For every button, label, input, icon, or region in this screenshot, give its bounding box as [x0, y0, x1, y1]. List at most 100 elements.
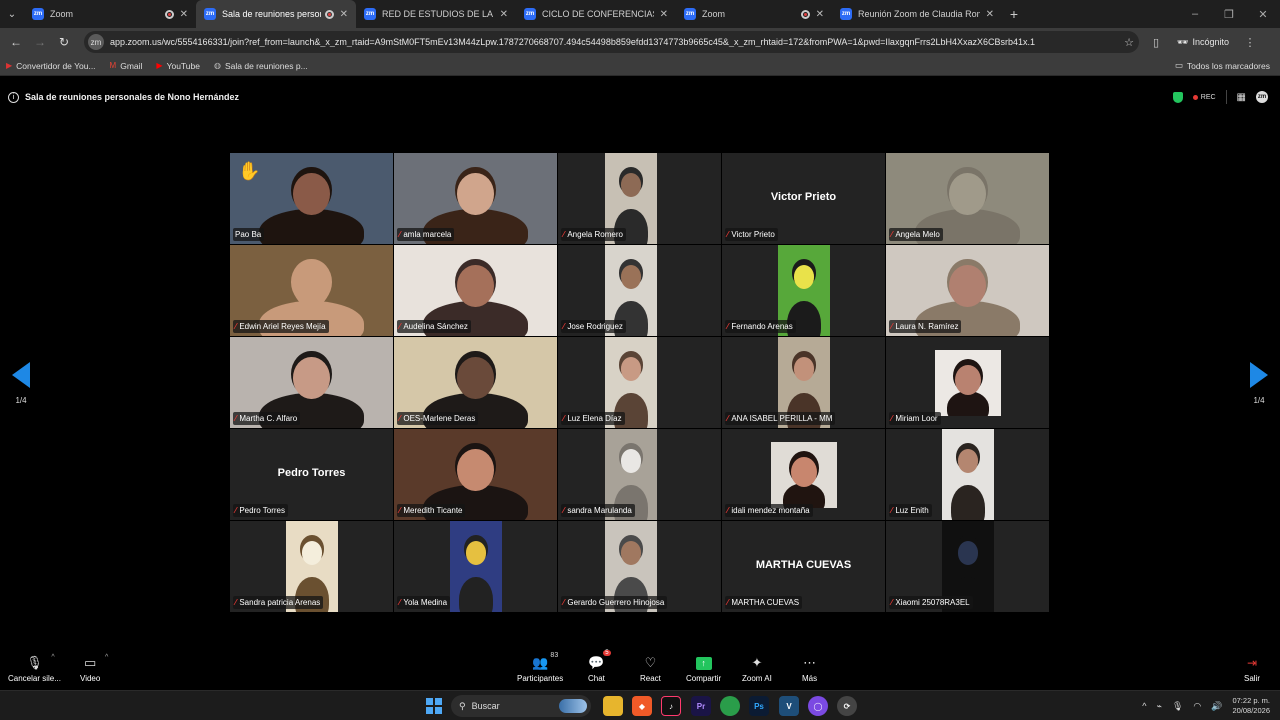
participant-tile[interactable]: MARTHA CUEVAS ⁄ MARTHA CUEVAS — [722, 521, 885, 612]
browser-tab[interactable]: zm Zoom ✕ — [24, 0, 196, 28]
network-icon[interactable]: ⌁ — [1157, 701, 1162, 712]
participant-tile[interactable]: ⁄ Miriam Loor — [886, 337, 1049, 428]
participant-tile[interactable]: ⁄ Angela Romero — [558, 153, 721, 244]
tab-search-icon[interactable]: ⌄ — [0, 0, 24, 28]
participant-tile[interactable]: ⁄ Luz Elena Díaz — [558, 337, 721, 428]
volume-icon[interactable]: 🔊 — [1211, 701, 1222, 712]
meeting-info-icon[interactable]: i — [8, 91, 19, 103]
minimize-icon[interactable]: – — [1178, 0, 1212, 28]
photoshop-icon[interactable]: Ps — [749, 696, 769, 716]
video-options-caret[interactable]: ^ — [105, 654, 108, 661]
url-text[interactable]: app.zoom.us/wc/5554166331/join?ref_from=… — [110, 37, 1119, 47]
zoom-ai-button[interactable]: ✦ Zoom AI — [742, 654, 772, 683]
participant-tile[interactable]: ⁄ Fernando Arenas — [722, 245, 885, 336]
visio-icon[interactable]: V — [779, 696, 799, 716]
bookmark-item[interactable]: ▶ YouTube — [156, 61, 200, 71]
reload-icon[interactable]: ↻ — [52, 28, 76, 56]
previous-page-button[interactable]: 1/4 — [12, 362, 30, 405]
file-explorer-icon[interactable] — [603, 696, 623, 716]
windows-start-icon[interactable] — [426, 698, 442, 714]
tray-overflow-icon[interactable]: ^ — [1142, 701, 1146, 711]
gallery-view-icon[interactable]: ▦ — [1237, 92, 1246, 103]
sidebar-icon[interactable]: ▯ — [1147, 36, 1165, 49]
restore-icon[interactable]: ❐ — [1212, 0, 1246, 28]
tab-close-icon[interactable]: ✕ — [180, 9, 188, 20]
zoom-favicon-icon: zm — [840, 8, 852, 20]
tab-close-icon[interactable]: ✕ — [500, 9, 508, 20]
tiktok-icon[interactable]: ♪ — [661, 696, 681, 716]
participant-tile[interactable]: ⁄ Yola Medina — [394, 521, 557, 612]
tab-close-icon[interactable]: ✕ — [340, 9, 348, 20]
participant-tile[interactable]: ⁄ Audelina Sánchez — [394, 245, 557, 336]
participant-tile[interactable]: ⁄ Laura N. Ramírez — [886, 245, 1049, 336]
leave-button[interactable]: ⇥ Salir — [1244, 654, 1260, 683]
zoom-logo-icon[interactable]: zm — [1256, 91, 1268, 103]
person-head — [620, 541, 642, 565]
person-head — [457, 357, 494, 399]
screen-recorder-icon[interactable]: ⟳ — [837, 696, 857, 716]
bookmark-item[interactable]: ▶ Convertidor de You... — [6, 61, 96, 71]
participant-tile[interactable]: ⁄ idali mendez montaña — [722, 429, 885, 520]
address-bar[interactable]: zm app.zoom.us/wc/5554166331/join?ref_fr… — [84, 31, 1139, 53]
participant-tile[interactable]: ✋ Pao Ba — [230, 153, 393, 244]
browser-menu-icon[interactable]: ⋮ — [1241, 36, 1259, 49]
participant-tile[interactable]: ⁄ Sandra patricia Arenas — [230, 521, 393, 612]
incognito-indicator[interactable]: 🕶 Incógnito — [1171, 37, 1235, 48]
participant-tile[interactable]: ⁄ Jose Rodriguez — [558, 245, 721, 336]
chat-button[interactable]: 💬 5 Chat — [588, 650, 611, 683]
participant-tile[interactable]: ⁄ Meredith Ticante — [394, 429, 557, 520]
site-info-icon[interactable]: zm — [88, 34, 104, 50]
participant-tile[interactable]: ⁄ Xiaomi 25078RA3EL — [886, 521, 1049, 612]
browser-tab[interactable]: zm RED DE ESTUDIOS DE LA VIOL ✕ — [356, 0, 516, 28]
browser-tab[interactable]: zm Sala de reuniones personal ✕ — [196, 0, 356, 28]
browser-tab[interactable]: zm Reunión Zoom de Claudia Rom ✕ — [832, 0, 1002, 28]
participant-tile[interactable]: ⁄ Luz Enith — [886, 429, 1049, 520]
audio-options-caret[interactable]: ^ — [51, 654, 54, 661]
brave-browser-icon[interactable]: ◆ — [632, 696, 652, 716]
browser-tab[interactable]: zm Zoom ✕ — [676, 0, 832, 28]
recording-indicator[interactable]: REC — [1192, 94, 1216, 101]
participants-button[interactable]: 👥 83 Participantes — [517, 652, 563, 683]
participant-tile[interactable]: ⁄ ANA ISABEL PERILLA - MM — [722, 337, 885, 428]
mic-icon[interactable]: 🎙 — [1172, 701, 1183, 712]
wifi-icon[interactable]: ◠ — [1193, 701, 1201, 712]
app-circle-icon[interactable]: ◯ — [808, 696, 828, 716]
video-button[interactable]: ▭ ^ Video — [80, 654, 108, 683]
participant-tile[interactable]: ⁄ sandra Marulanda — [558, 429, 721, 520]
new-tab-button[interactable]: + — [1002, 0, 1026, 28]
all-bookmarks-button[interactable]: ▭ Todos los marcadores — [1175, 60, 1270, 71]
mute-label: Cancelar sile... — [8, 674, 61, 683]
page-indicator-right: 1/4 — [1253, 396, 1265, 405]
participant-tile[interactable]: Pedro Torres ⁄ Pedro Torres — [230, 429, 393, 520]
clock[interactable]: 07:22 p. m. 20/08/2026 — [1232, 696, 1270, 716]
next-page-button[interactable]: 1/4 — [1250, 362, 1268, 405]
tab-close-icon[interactable]: ✕ — [816, 9, 824, 20]
tab-close-icon[interactable]: ✕ — [660, 9, 668, 20]
participant-tile[interactable]: ⁄ amla marcela — [394, 153, 557, 244]
taskbar-search[interactable]: ⚲ Buscar — [451, 695, 591, 717]
encryption-shield-icon[interactable] — [1172, 91, 1183, 103]
chrome-icon[interactable] — [720, 696, 740, 716]
unmute-button[interactable]: 🎙 ^ Cancelar sile... — [8, 654, 61, 683]
participant-name-label: ⁄ Meredith Ticante — [397, 504, 466, 517]
back-icon[interactable]: ← — [4, 28, 28, 56]
participant-tile[interactable]: ⁄ Martha C. Alfaro — [230, 337, 393, 428]
participant-tile[interactable]: ⁄ Edwin Ariel Reyes Mejía — [230, 245, 393, 336]
browser-tab[interactable]: zm CICLO DE CONFERENCIAS IEE ✕ — [516, 0, 676, 28]
bookmark-star-icon[interactable]: ☆ — [1119, 36, 1139, 49]
participant-tile[interactable]: ⁄ Gerardo Guerrero Hinojosa — [558, 521, 721, 612]
premiere-icon[interactable]: Pr — [691, 696, 711, 716]
participant-tile[interactable]: ⁄ Angela Melo — [886, 153, 1049, 244]
share-screen-button[interactable]: ↑ Compartir — [686, 654, 721, 683]
bookmark-item[interactable]: M Gmail — [110, 61, 143, 71]
participant-name-label: ⁄ OES-Marlene Deras — [397, 412, 479, 425]
more-button[interactable]: ⋯ Más — [802, 654, 817, 683]
forward-icon[interactable]: → — [28, 28, 52, 56]
react-button[interactable]: ♡ React — [640, 654, 661, 683]
bookmark-item[interactable]: ◍ Sala de reuniones p... — [214, 61, 308, 71]
close-window-icon[interactable]: ✕ — [1246, 0, 1280, 28]
leave-icon: ⇥ — [1246, 656, 1258, 670]
tab-close-icon[interactable]: ✕ — [986, 9, 994, 20]
participant-tile[interactable]: ⁄ OES-Marlene Deras — [394, 337, 557, 428]
participant-tile[interactable]: Victor Prieto ⁄ Victor Prieto — [722, 153, 885, 244]
